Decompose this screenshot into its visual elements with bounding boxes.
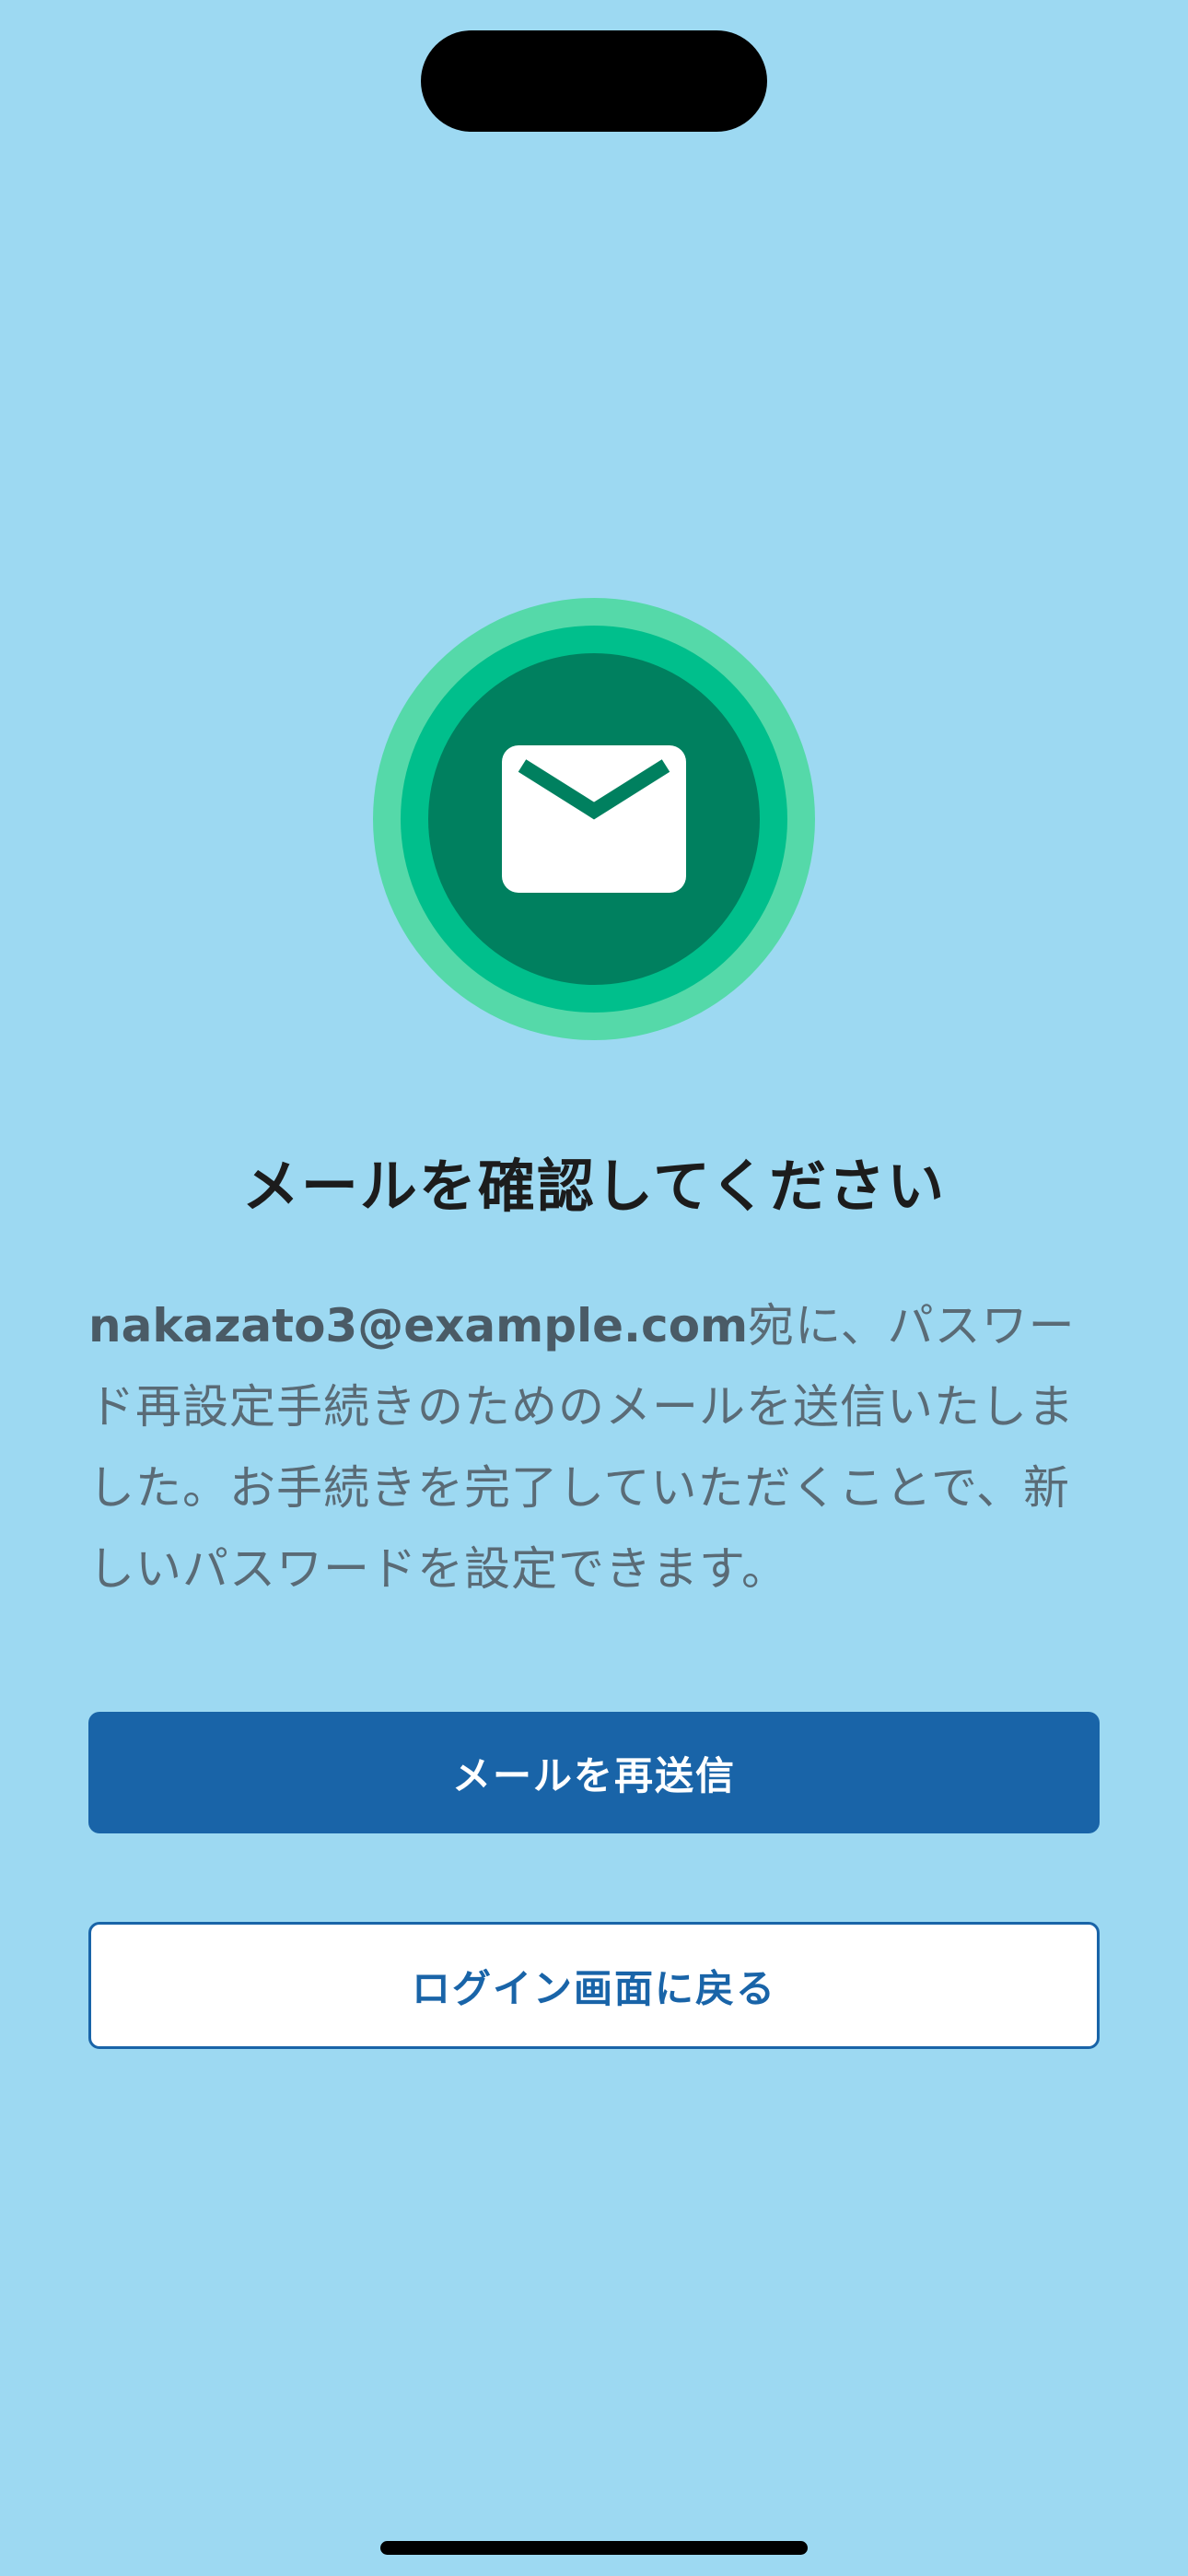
home-indicator[interactable] [380,2541,808,2555]
mail-icon [373,598,815,1040]
dynamic-island [421,30,767,132]
resend-email-button[interactable]: メールを再送信 [88,1712,1100,1833]
confirmation-message: nakazato3@example.com宛に、パスワード再設定手続きのためのメ… [88,1285,1100,1610]
back-to-login-button[interactable]: ログイン画面に戻る [88,1922,1100,2049]
page-title: メールを確認してください [241,1153,947,1220]
email-address: nakazato3@example.com [88,1299,749,1352]
